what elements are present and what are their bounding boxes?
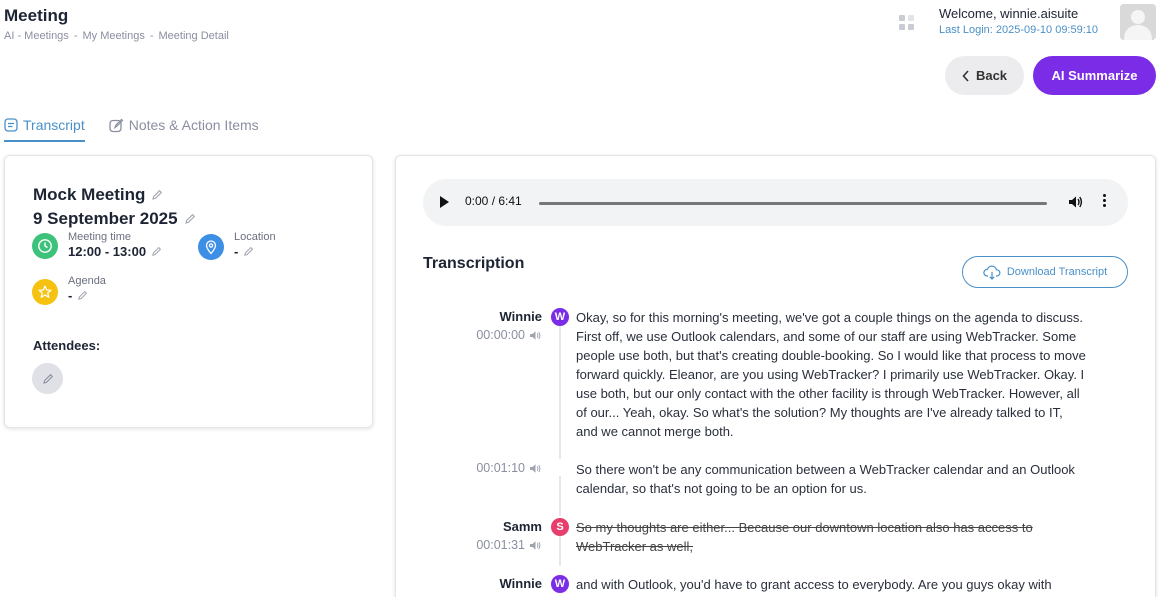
- utterance-text: So my thoughts are either... Because our…: [576, 520, 1033, 554]
- meeting-name-text: Mock Meeting: [33, 185, 146, 204]
- speaker-volume-icon: [530, 540, 541, 550]
- location-pin-icon: [198, 234, 224, 260]
- transcription-title: Transcription: [423, 255, 525, 272]
- meeting-time-label: Meeting time: [68, 231, 131, 243]
- play-icon[interactable]: [440, 196, 449, 208]
- timestamp[interactable]: 00:00:00: [432, 328, 542, 342]
- cloud-download-icon: [983, 265, 1001, 280]
- utterance-text: Okay, so for this morning's meeting, we'…: [576, 310, 1086, 439]
- chevron-left-icon: [962, 69, 969, 82]
- timestamp-text: 00:01:10: [476, 461, 525, 475]
- clock-icon: [32, 233, 58, 259]
- download-transcript-label: Download Transcript: [1006, 266, 1108, 278]
- location-label: Location: [234, 231, 276, 243]
- back-button[interactable]: Back: [945, 56, 1024, 95]
- pencil-icon[interactable]: [151, 246, 162, 257]
- transcript-panel: 0:00 / 6:41 Transcription Download Trans…: [395, 155, 1156, 597]
- timestamp[interactable]: 00:01:31: [432, 538, 542, 552]
- back-button-label: Back: [975, 68, 1008, 83]
- edit-attendees-button[interactable]: [32, 363, 63, 394]
- agenda-value: -: [68, 288, 88, 303]
- location-value: -: [234, 244, 254, 259]
- pencil-icon[interactable]: [77, 290, 88, 301]
- tab-transcript[interactable]: Transcript: [4, 110, 85, 142]
- speaker-volume-icon: [530, 330, 541, 340]
- download-transcript-button[interactable]: Download Transcript: [962, 256, 1128, 288]
- speaker-name: Winnie: [499, 309, 543, 324]
- agenda-text: -: [68, 288, 73, 303]
- speaker-badge: W: [551, 308, 569, 326]
- speaker-volume-icon: [530, 463, 541, 473]
- audio-player: 0:00 / 6:41: [423, 179, 1128, 226]
- breadcrumb-separator: -: [149, 30, 154, 42]
- breadcrumb-meeting-detail: Meeting Detail: [158, 30, 229, 42]
- tab-notes-label: Notes & Action Items: [128, 117, 259, 133]
- timeline-line: [559, 326, 561, 459]
- edit-note-icon: [109, 118, 124, 132]
- page-title: Meeting: [4, 6, 69, 25]
- star-icon: [32, 279, 58, 305]
- more-options-icon[interactable]: [1101, 194, 1107, 210]
- speaker-name: Samm: [502, 519, 542, 534]
- user-silhouette-icon: [1120, 4, 1156, 40]
- pencil-icon[interactable]: [151, 189, 163, 201]
- timeline-line: [559, 536, 561, 566]
- pencil-icon: [42, 373, 53, 384]
- meeting-date-text: 9 September 2025: [33, 209, 178, 228]
- avatar[interactable]: [1120, 4, 1156, 40]
- agenda-label: Agenda: [68, 275, 106, 287]
- speaker-badge: S: [551, 518, 569, 536]
- speaker-name: Winnie: [499, 576, 543, 591]
- breadcrumb-separator: -: [73, 30, 78, 42]
- speaker-badge: W: [551, 575, 569, 593]
- pencil-icon[interactable]: [243, 246, 254, 257]
- utterance-text: and with Outlook, you'd have to grant ac…: [576, 577, 1052, 592]
- transcript-icon: [4, 118, 18, 132]
- tab-notes-action-items[interactable]: Notes & Action Items: [109, 110, 259, 142]
- timestamp-text: 00:01:31: [476, 538, 525, 552]
- breadcrumb-ai-meetings[interactable]: AI - Meetings: [4, 30, 69, 42]
- tab-transcript-label: Transcript: [23, 117, 85, 133]
- utterance-text: So there won't be any communication betw…: [576, 462, 1075, 496]
- timeline-line: [559, 476, 561, 516]
- last-login-text: Last Login: 2025-09-10 09:59:10: [939, 24, 1099, 36]
- meeting-name: Mock Meeting: [33, 185, 163, 205]
- audio-progress-track[interactable]: [539, 202, 1047, 205]
- attendees-label: Attendees:: [33, 338, 101, 353]
- audio-time: 0:00 / 6:41: [465, 194, 522, 208]
- timestamp[interactable]: 00:01:10: [432, 461, 542, 475]
- timestamp-text: 00:00:00: [476, 328, 525, 342]
- location-text: -: [234, 244, 239, 259]
- volume-icon[interactable]: [1067, 194, 1083, 210]
- meeting-time-value: 12:00 - 13:00: [68, 244, 162, 259]
- meeting-time-text: 12:00 - 13:00: [68, 244, 147, 259]
- tab-bar: Transcript Notes & Action Items: [4, 110, 259, 142]
- ai-summarize-button[interactable]: AI Summarize: [1033, 56, 1156, 95]
- apps-grid-icon[interactable]: [899, 15, 915, 31]
- pencil-icon[interactable]: [184, 213, 196, 225]
- welcome-text: Welcome, winnie.aisuite: [939, 6, 1079, 21]
- breadcrumb: AI - Meetings - My Meetings - Meeting De…: [4, 30, 229, 42]
- meeting-date: 9 September 2025: [33, 209, 196, 229]
- meeting-info-card: Mock Meeting 9 September 2025 Meeting ti…: [4, 155, 373, 428]
- breadcrumb-my-meetings[interactable]: My Meetings: [82, 30, 144, 42]
